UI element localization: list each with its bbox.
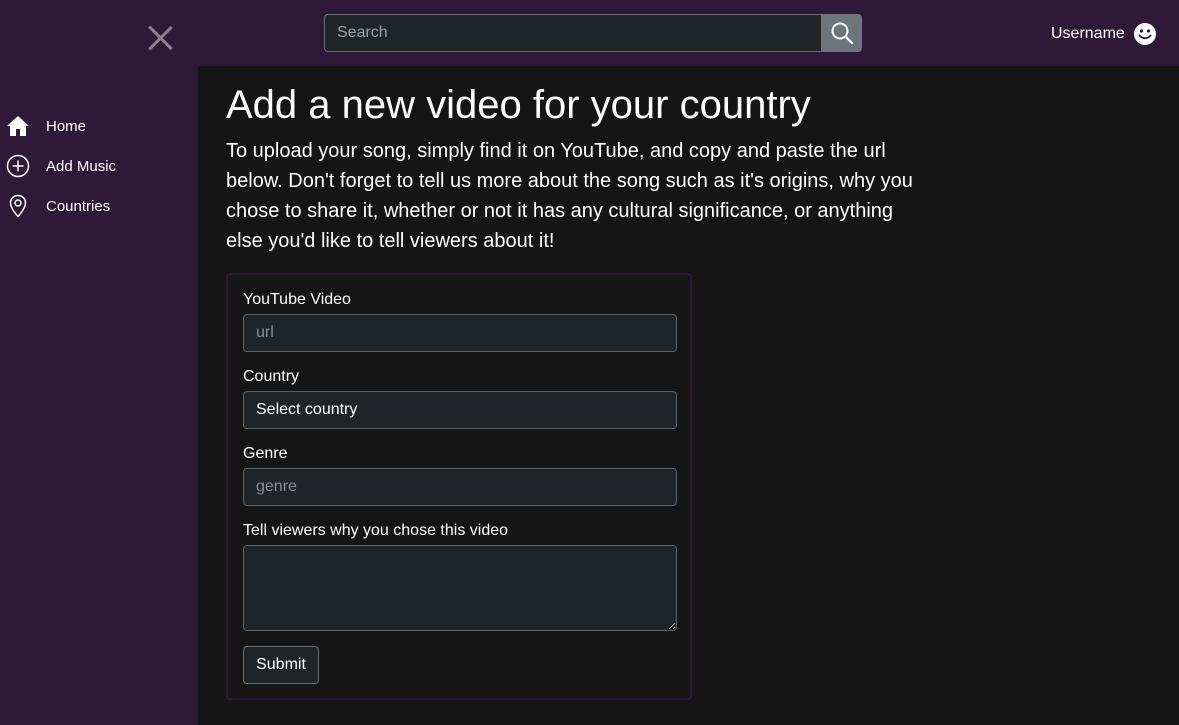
- home-icon: [7, 116, 29, 136]
- country-select-value: Select country: [256, 401, 358, 418]
- genre-label: Genre: [243, 445, 288, 462]
- sidebar-item-label: Add Music: [46, 157, 117, 175]
- youtube-video-label: YouTube Video: [243, 291, 351, 308]
- sidebar-item-label: Home: [46, 117, 87, 135]
- sidebar-item-add-music[interactable]: Add Music: [6, 153, 116, 179]
- reason-label: Tell viewers why you chose this video: [243, 522, 509, 539]
- search-icon: [831, 22, 853, 45]
- page-title: Add a new video for your country: [226, 83, 811, 127]
- search-button[interactable]: [821, 14, 862, 52]
- search-bar: [324, 14, 862, 52]
- plus-circle-icon: [6, 154, 30, 178]
- intro-text: To upload your song, simply find it on Y…: [226, 140, 913, 252]
- top-navbar: Username: [0, 0, 1179, 66]
- main-content: Add a new video for your country To uplo…: [198, 66, 1179, 725]
- genre-input[interactable]: [243, 468, 677, 506]
- user-menu[interactable]: Username: [1051, 20, 1157, 48]
- add-video-form: YouTube Video Country Select country Gen…: [226, 273, 692, 700]
- reason-textarea[interactable]: [243, 545, 677, 631]
- username: Username: [1051, 25, 1125, 42]
- smiley-icon: [1133, 23, 1156, 45]
- search-input[interactable]: [324, 14, 821, 52]
- submit-button[interactable]: Submit: [243, 646, 319, 684]
- sidebar-item-home[interactable]: Home: [6, 113, 86, 139]
- country-label: Country: [243, 368, 300, 385]
- location-pin-icon: [9, 194, 27, 218]
- sidebar-item-countries[interactable]: Countries: [6, 193, 110, 219]
- sidebar-item-label: Countries: [46, 197, 111, 215]
- sidebar: Home Add Music Countries: [0, 66, 198, 725]
- country-select[interactable]: Select country: [243, 391, 677, 429]
- close-sidebar-button[interactable]: [144, 22, 176, 54]
- youtube-url-input[interactable]: [243, 314, 677, 352]
